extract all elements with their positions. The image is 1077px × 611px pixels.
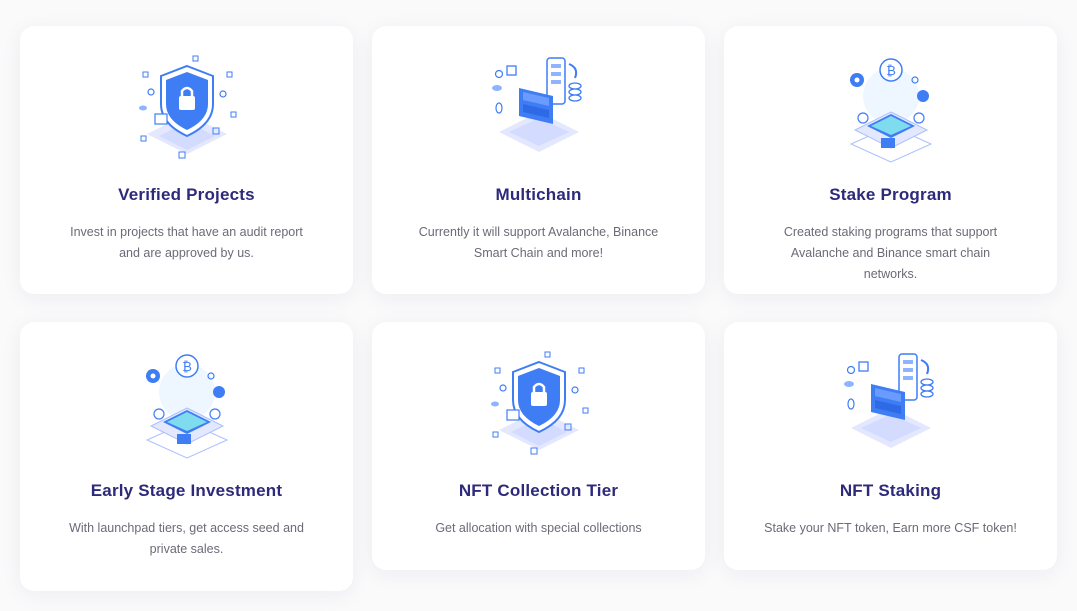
- svg-text:₿: ₿: [182, 360, 192, 375]
- feature-description: With launchpad tiers, get access seed an…: [69, 521, 304, 556]
- shield-lock-icon: [131, 52, 243, 164]
- features-grid: Verified Projects Invest in projects tha…: [0, 0, 1077, 611]
- multichain-icon: [835, 348, 947, 460]
- feature-description: Get allocation with special collections: [435, 521, 642, 535]
- feature-card-early-stage-investment: ₿ Early Stage Investment With launchpad …: [20, 322, 353, 591]
- feature-card-verified-projects: Verified Projects Invest in projects tha…: [20, 26, 353, 294]
- feature-title: NFT Staking: [839, 481, 942, 500]
- feature-title: Early Stage Investment: [90, 481, 283, 500]
- shield-lock-icon: [483, 348, 595, 460]
- launchpad-platform-icon: ₿: [131, 348, 243, 460]
- feature-description: Currently it will support Avalanche, Bin…: [418, 225, 659, 260]
- feature-card-nft-collection-tier: NFT Collection Tier Get allocation with …: [372, 322, 705, 570]
- multichain-icon: [483, 52, 595, 164]
- feature-title: Verified Projects: [118, 185, 255, 204]
- feature-description: Created staking programs that support Av…: [783, 225, 998, 281]
- feature-card-multichain: Multichain Currently it will support Ava…: [372, 26, 705, 294]
- feature-title: NFT Collection Tier: [458, 481, 619, 500]
- feature-description: Stake your NFT token, Earn more CSF toke…: [764, 521, 1017, 535]
- feature-title: Multichain: [495, 185, 582, 204]
- feature-card-stake-program: ₿ Stake Program Created staking programs…: [724, 26, 1057, 294]
- feature-title: Stake Program: [829, 185, 952, 204]
- staking-platform-icon: ₿: [835, 52, 947, 164]
- feature-card-nft-staking: NFT Staking Stake your NFT token, Earn m…: [724, 322, 1057, 570]
- feature-description: Invest in projects that have an audit re…: [70, 225, 303, 260]
- svg-text:₿: ₿: [886, 64, 896, 79]
